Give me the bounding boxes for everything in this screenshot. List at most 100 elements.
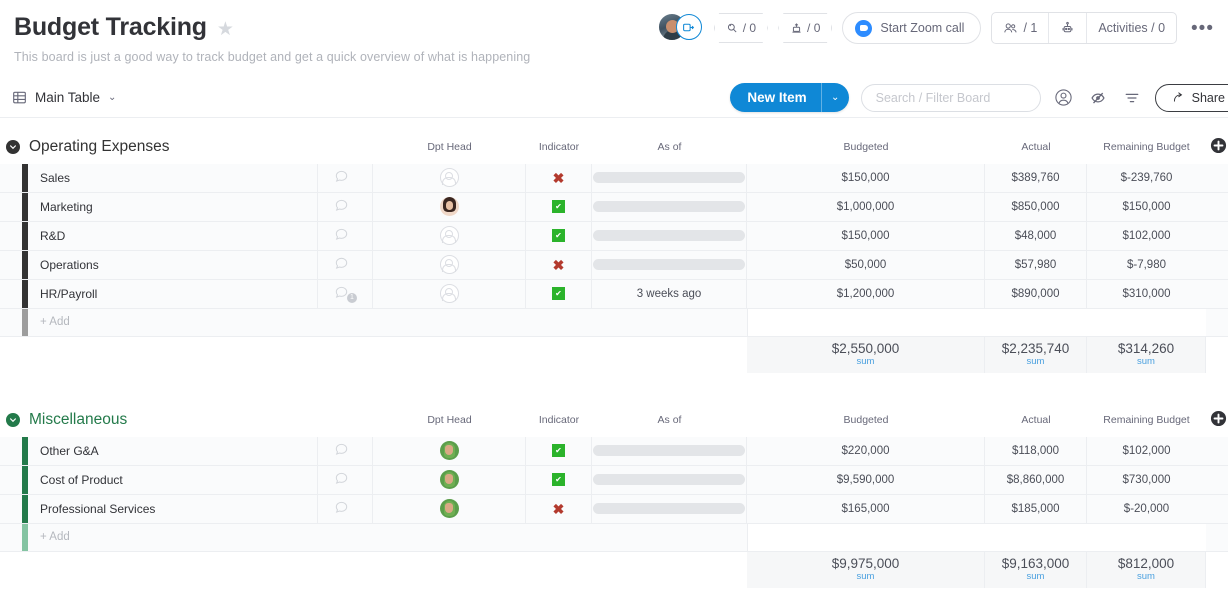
row-indicator-cell[interactable]: ✖: [526, 251, 592, 279]
row-indicator-cell[interactable]: [526, 280, 592, 308]
comment-icon[interactable]: 1: [334, 285, 356, 303]
row-budgeted-cell[interactable]: $1,000,000: [747, 193, 985, 221]
indicator-x-icon[interactable]: ✖: [553, 502, 565, 516]
comment-icon[interactable]: [334, 227, 356, 245]
board-owner-avatar-group[interactable]: [658, 13, 704, 43]
summary-budgeted[interactable]: $9,975,000sum: [747, 552, 985, 588]
row-indicator-cell[interactable]: [526, 437, 592, 465]
row-as-of-cell[interactable]: [592, 466, 747, 494]
indicator-check-icon[interactable]: [552, 444, 565, 457]
row-actual-cell[interactable]: $57,980: [985, 251, 1087, 279]
row-dpt-head-cell[interactable]: [373, 437, 526, 465]
group-title[interactable]: Miscellaneous: [29, 411, 127, 429]
add-row-label[interactable]: + Add: [40, 309, 70, 336]
row-remaining-cell[interactable]: $-239,760: [1087, 164, 1206, 192]
indicator-check-icon[interactable]: [552, 229, 565, 242]
add-row-label[interactable]: + Add: [40, 524, 70, 551]
row-remaining-cell[interactable]: $310,000: [1087, 280, 1206, 308]
indicator-check-icon[interactable]: [552, 473, 565, 486]
avatar-placeholder-icon[interactable]: [440, 226, 459, 245]
add-column-button[interactable]: [1208, 136, 1228, 156]
row-remaining-cell[interactable]: $102,000: [1087, 222, 1206, 250]
row-name-cell[interactable]: Operations: [28, 251, 318, 279]
share-button[interactable]: Share: [1155, 84, 1228, 112]
indicator-x-icon[interactable]: ✖: [553, 258, 565, 272]
row-comments-cell[interactable]: [318, 466, 373, 494]
row-name-cell[interactable]: Sales: [28, 164, 318, 192]
row-name-cell[interactable]: Other G&A: [28, 437, 318, 465]
comment-icon[interactable]: [334, 500, 356, 518]
automations-button[interactable]: [1048, 13, 1086, 43]
row-as-of-cell[interactable]: [592, 193, 747, 221]
filter-button[interactable]: [1121, 87, 1143, 109]
group-collapse-toggle[interactable]: [6, 140, 20, 154]
avatar[interactable]: [440, 197, 459, 216]
row-remaining-cell[interactable]: $150,000: [1087, 193, 1206, 221]
add-row[interactable]: + Add: [0, 309, 1228, 337]
row-indicator-cell[interactable]: [526, 222, 592, 250]
row-comments-cell[interactable]: [318, 193, 373, 221]
row-remaining-cell[interactable]: $730,000: [1087, 466, 1206, 494]
files-button[interactable]: / 0: [778, 13, 832, 43]
avatar-placeholder-icon[interactable]: [440, 168, 459, 187]
row-budgeted-cell[interactable]: $150,000: [747, 164, 985, 192]
table-row[interactable]: Sales ✖ $150,000 $389,760 $-239,760: [0, 164, 1228, 193]
updates-button[interactable]: / 0: [714, 13, 768, 43]
comment-icon[interactable]: [334, 256, 356, 274]
row-actual-cell[interactable]: $890,000: [985, 280, 1087, 308]
summary-remaining[interactable]: $812,000sum: [1087, 552, 1206, 588]
table-row[interactable]: Cost of Product $9,590,000 $8,860,000 $7…: [0, 466, 1228, 495]
row-comments-cell[interactable]: [318, 495, 373, 523]
row-as-of-cell[interactable]: [592, 251, 747, 279]
board-members-button[interactable]: / 1: [992, 13, 1048, 43]
row-name-cell[interactable]: Cost of Product: [28, 466, 318, 494]
row-budgeted-cell[interactable]: $1,200,000: [747, 280, 985, 308]
summary-remaining[interactable]: $314,260sum: [1087, 337, 1206, 373]
row-dpt-head-cell[interactable]: [373, 251, 526, 279]
row-dpt-head-cell[interactable]: [373, 280, 526, 308]
comment-icon[interactable]: [334, 198, 356, 216]
row-indicator-cell[interactable]: ✖: [526, 495, 592, 523]
row-indicator-cell[interactable]: [526, 466, 592, 494]
table-row[interactable]: R&D $150,000 $48,000 $102,000: [0, 222, 1228, 251]
row-as-of-cell[interactable]: [592, 164, 747, 192]
group-title[interactable]: Operating Expenses: [29, 138, 169, 156]
table-row[interactable]: Marketing $1,000,000 $850,000 $150,000: [0, 193, 1228, 222]
row-budgeted-cell[interactable]: $165,000: [747, 495, 985, 523]
row-name-cell[interactable]: Marketing: [28, 193, 318, 221]
hide-columns-button[interactable]: [1087, 87, 1109, 109]
row-budgeted-cell[interactable]: $9,590,000: [747, 466, 985, 494]
add-row[interactable]: + Add: [0, 524, 1228, 552]
avatar-placeholder-icon[interactable]: [440, 284, 459, 303]
comment-icon[interactable]: [334, 442, 356, 460]
avatar-placeholder-icon[interactable]: [440, 255, 459, 274]
comment-icon[interactable]: [334, 471, 356, 489]
indicator-x-icon[interactable]: ✖: [553, 171, 565, 185]
row-dpt-head-cell[interactable]: [373, 495, 526, 523]
row-budgeted-cell[interactable]: $150,000: [747, 222, 985, 250]
indicator-check-icon[interactable]: [552, 200, 565, 213]
row-actual-cell[interactable]: $185,000: [985, 495, 1087, 523]
row-name-cell[interactable]: HR/Payroll: [28, 280, 318, 308]
star-icon[interactable]: ★: [217, 20, 234, 39]
row-as-of-cell[interactable]: [592, 495, 747, 523]
row-dpt-head-cell[interactable]: [373, 164, 526, 192]
row-comments-cell[interactable]: 1: [318, 280, 373, 308]
row-comments-cell[interactable]: [318, 164, 373, 192]
add-column-button[interactable]: [1208, 409, 1228, 429]
row-actual-cell[interactable]: $118,000: [985, 437, 1087, 465]
row-indicator-cell[interactable]: ✖: [526, 164, 592, 192]
row-remaining-cell[interactable]: $-7,980: [1087, 251, 1206, 279]
row-dpt-head-cell[interactable]: [373, 193, 526, 221]
comment-icon[interactable]: [334, 169, 356, 187]
row-name-cell[interactable]: Professional Services: [28, 495, 318, 523]
row-dpt-head-cell[interactable]: [373, 222, 526, 250]
activities-button[interactable]: Activities / 0: [1086, 13, 1176, 43]
search-input[interactable]: [861, 84, 1041, 112]
summary-actual[interactable]: $2,235,740sum: [985, 337, 1087, 373]
row-dpt-head-cell[interactable]: [373, 466, 526, 494]
indicator-check-icon[interactable]: [552, 287, 565, 300]
row-comments-cell[interactable]: [318, 437, 373, 465]
row-comments-cell[interactable]: [318, 222, 373, 250]
row-actual-cell[interactable]: $850,000: [985, 193, 1087, 221]
